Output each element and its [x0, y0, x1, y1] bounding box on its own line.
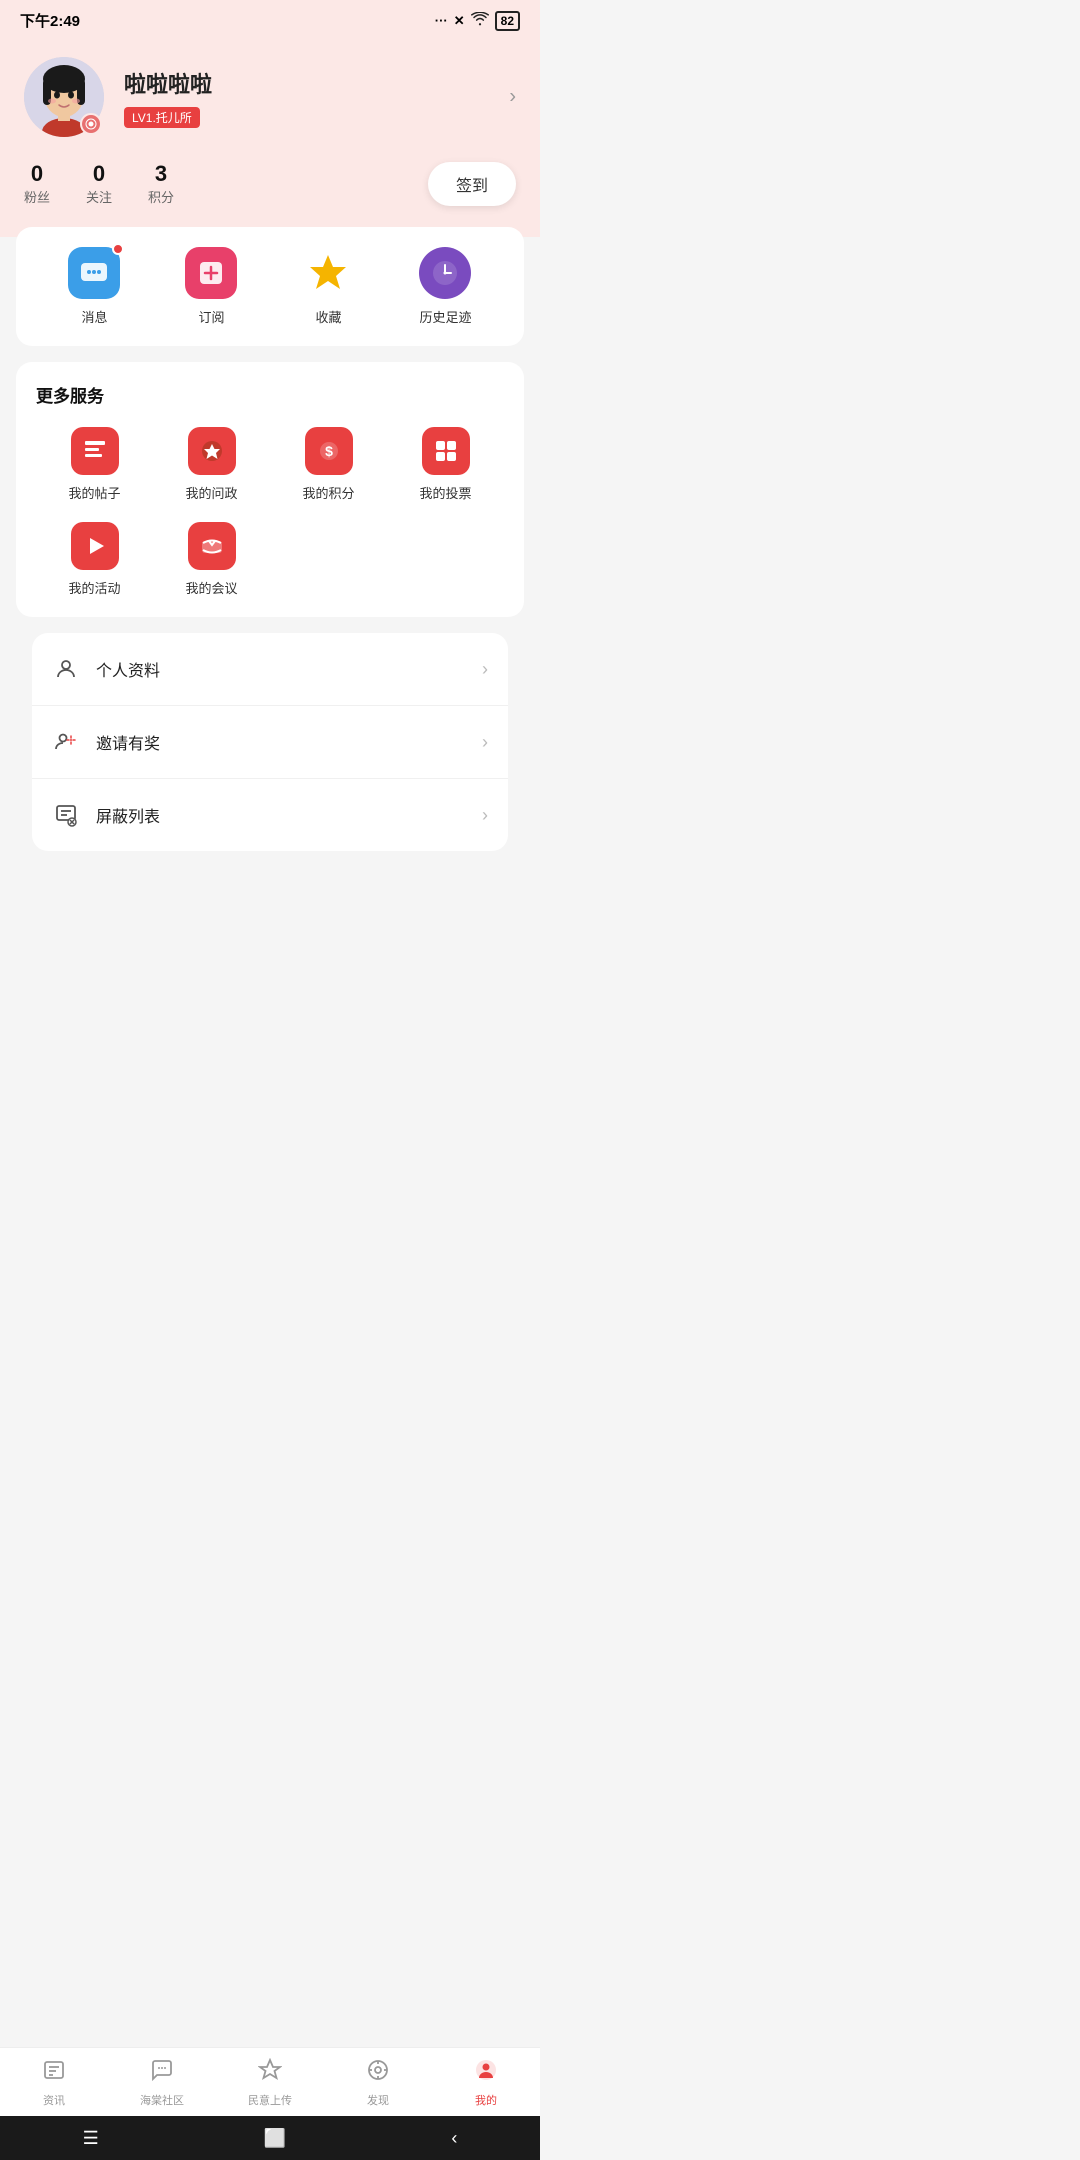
history-icon-wrapper [419, 247, 471, 299]
nav-opinion[interactable]: 民意上传 [240, 2058, 300, 2108]
blocklist-menu-label: 屏蔽列表 [96, 803, 466, 827]
service-activity[interactable]: 我的活动 [36, 522, 153, 597]
opinion-nav-icon [258, 2058, 282, 2088]
service-vote[interactable]: 我的投票 [387, 427, 504, 502]
enquiry-icon [188, 427, 236, 475]
menu-invite[interactable]: 邀请有奖 › [32, 706, 508, 779]
invite-menu-arrow: › [482, 732, 488, 753]
action-subscribe[interactable]: 订阅 [185, 247, 237, 326]
profile-detail-arrow[interactable]: › [509, 86, 516, 109]
profile-menu-label: 个人资料 [96, 657, 466, 681]
discover-nav-icon [366, 2058, 390, 2088]
vote-icon [422, 427, 470, 475]
fans-count: 0 [24, 161, 50, 187]
checkin-button[interactable]: 签到 [428, 162, 516, 206]
avatar-edit-badge[interactable] [80, 113, 102, 135]
profile-header: 啦啦啦啦 LV1.托儿所 › 0 粉丝 0 关注 3 积分 签到 [0, 37, 540, 237]
nav-discover[interactable]: 发现 [348, 2058, 408, 2108]
nav-community[interactable]: 海棠社区 [132, 2058, 192, 2108]
profile-info: 啦啦啦啦 LV1.托儿所 [124, 67, 516, 128]
follow-stat[interactable]: 0 关注 [86, 161, 112, 207]
action-history[interactable]: 历史足迹 [419, 247, 471, 326]
fans-label: 粉丝 [24, 190, 50, 205]
x-icon: ✕ [454, 13, 465, 29]
invite-menu-label: 邀请有奖 [96, 730, 466, 754]
enquiry-label: 我的问政 [185, 483, 237, 502]
subscribe-icon-wrapper [185, 247, 237, 299]
system-nav-bar: ☰ ⬜ ‹ [0, 2116, 540, 2160]
message-icon-wrapper [68, 247, 120, 299]
service-mypoints[interactable]: $ 我的积分 [270, 427, 387, 502]
mypoints-label: 我的积分 [302, 483, 354, 502]
menu-section: 个人资料 › 邀请有奖 › 屏蔽列表 › [16, 633, 524, 851]
status-bar: 下午2:49 ··· ✕ 82 [0, 0, 540, 37]
level-badge: LV1.托儿所 [124, 107, 200, 128]
profile-menu-icon [52, 655, 80, 683]
community-nav-label: 海棠社区 [140, 2092, 184, 2108]
fans-stat[interactable]: 0 粉丝 [24, 161, 50, 207]
community-nav-icon [150, 2058, 174, 2088]
news-nav-icon [42, 2058, 66, 2088]
more-services-card: 更多服务 我的帖子 我的问政 [16, 362, 524, 617]
invite-menu-icon [52, 728, 80, 756]
stats-row: 0 粉丝 0 关注 3 积分 签到 [24, 161, 516, 207]
vote-label: 我的投票 [419, 483, 471, 502]
posts-icon [71, 427, 119, 475]
nav-news[interactable]: 资讯 [24, 2058, 84, 2108]
service-enquiry[interactable]: 我的问政 [153, 427, 270, 502]
profile-menu-arrow: › [482, 659, 488, 680]
news-nav-label: 资讯 [43, 2092, 65, 2108]
meeting-icon [188, 522, 236, 570]
discover-nav-label: 发现 [367, 2092, 389, 2108]
service-grid: 我的帖子 我的问政 $ 我的积分 [36, 427, 504, 597]
avatar[interactable] [24, 57, 104, 137]
follow-label: 关注 [86, 190, 112, 205]
service-posts[interactable]: 我的帖子 [36, 427, 153, 502]
service-meeting[interactable]: 我的会议 [153, 522, 270, 597]
quick-actions-card: 消息 订阅 收藏 [16, 227, 524, 346]
collect-icon [302, 247, 354, 299]
meeting-label: 我的会议 [185, 578, 237, 597]
mine-nav-icon [474, 2058, 498, 2088]
history-icon [430, 258, 460, 288]
collect-label: 收藏 [315, 307, 341, 326]
blocklist-menu-icon [52, 801, 80, 829]
activity-icon [71, 522, 119, 570]
sys-home-button[interactable]: ⬜ [264, 2128, 286, 2149]
mine-nav-label: 我的 [475, 2092, 497, 2108]
sys-menu-button[interactable]: ☰ [83, 2128, 99, 2149]
bottom-nav: 资讯 海棠社区 民意上传 [0, 2047, 540, 2116]
posts-label: 我的帖子 [68, 483, 120, 502]
profile-name: 啦啦啦啦 [124, 67, 516, 99]
nav-mine[interactable]: 我的 [456, 2058, 516, 2108]
more-services-title: 更多服务 [36, 382, 504, 407]
menu-blocklist[interactable]: 屏蔽列表 › [32, 779, 508, 851]
activity-label: 我的活动 [68, 578, 120, 597]
message-icon [80, 262, 108, 284]
signal-icon: ··· [435, 13, 448, 28]
wifi-icon [471, 12, 489, 29]
points-stat[interactable]: 3 积分 [148, 161, 174, 207]
sys-back-button[interactable]: ‹ [451, 2128, 457, 2149]
action-message[interactable]: 消息 [68, 247, 120, 326]
battery-icon: 82 [495, 11, 520, 31]
opinion-nav-label: 民意上传 [248, 2092, 292, 2108]
message-dot [112, 243, 124, 255]
status-time: 下午2:49 [20, 10, 80, 31]
mypoints-icon: $ [305, 427, 353, 475]
points-label: 积分 [148, 190, 174, 205]
subscribe-icon [197, 259, 225, 287]
blocklist-menu-arrow: › [482, 805, 488, 826]
message-label: 消息 [81, 307, 107, 326]
history-label: 历史足迹 [419, 307, 471, 326]
points-count: 3 [148, 161, 174, 187]
quick-actions-row: 消息 订阅 收藏 [36, 247, 504, 326]
subscribe-label: 订阅 [198, 307, 224, 326]
svg-text:$: $ [325, 443, 333, 459]
status-icons: ··· ✕ 82 [435, 11, 520, 31]
menu-profile[interactable]: 个人资料 › [32, 633, 508, 706]
collect-icon-wrapper [302, 247, 354, 299]
action-collect[interactable]: 收藏 [302, 247, 354, 326]
follow-count: 0 [86, 161, 112, 187]
